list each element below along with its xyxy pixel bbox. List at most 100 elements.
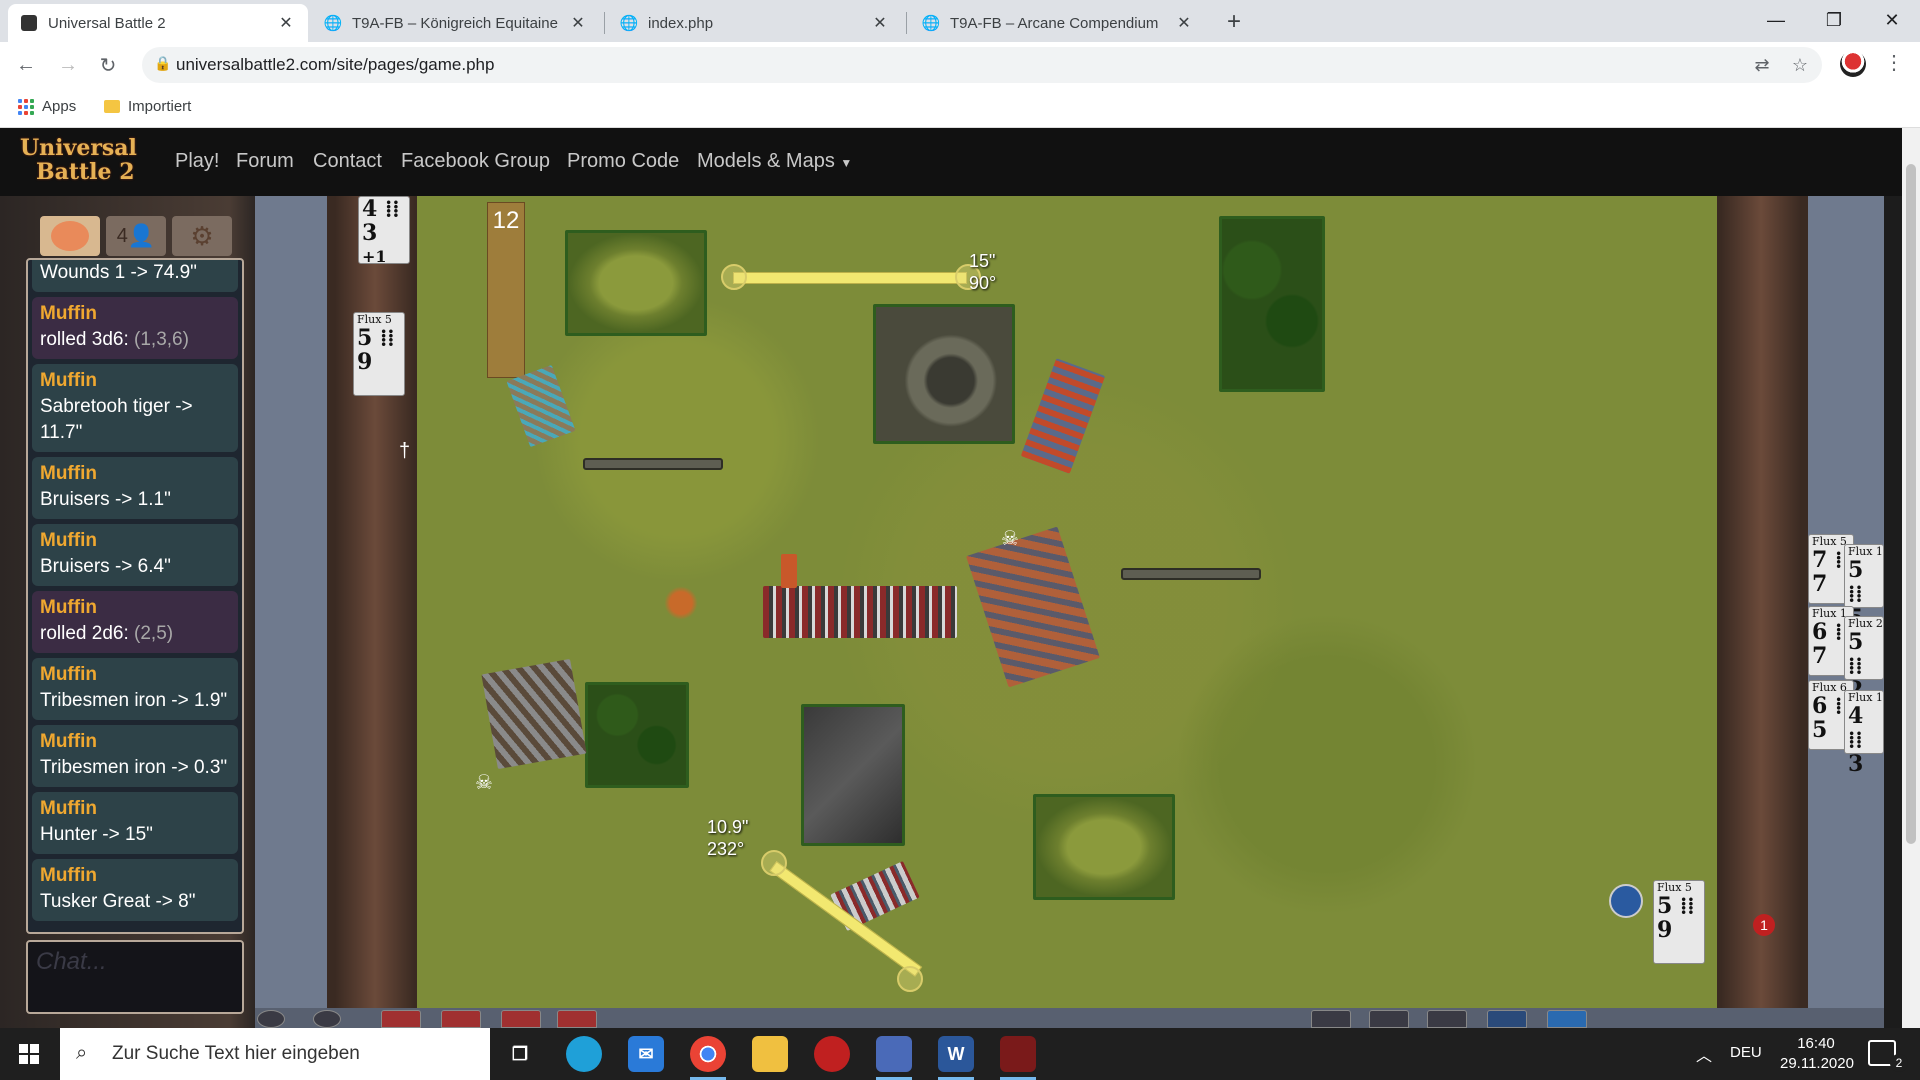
unit-stat-card[interactable]: Flux 5 5 ⁞⁞ 9	[353, 312, 405, 396]
ruler-handle[interactable]	[897, 966, 923, 992]
unit-block[interactable]	[1020, 358, 1106, 474]
toolbar-button[interactable]	[1487, 1010, 1527, 1028]
unit-stat-card[interactable]: Flux 2 5 ⁞⁞ 2	[1844, 616, 1884, 702]
nav-promo-code[interactable]: Promo Code	[567, 150, 679, 173]
app-icon[interactable]	[814, 1036, 850, 1072]
toolbar-button[interactable]	[1369, 1010, 1409, 1028]
hill-terrain[interactable]	[1033, 794, 1175, 900]
minimize-button[interactable]: —	[1748, 0, 1804, 40]
zoom-out-icon[interactable]	[313, 1010, 341, 1028]
word-icon[interactable]: W	[938, 1036, 974, 1080]
chat-tab[interactable]	[40, 216, 100, 256]
bookmark-star-icon[interactable]: ☆	[1786, 51, 1814, 79]
nav-facebook-group[interactable]: Facebook Group	[401, 150, 550, 173]
tab-index[interactable]: 🌐 index.php ✕	[608, 4, 902, 42]
taskbar-clock[interactable]: 16:40 29.11.2020	[1780, 1034, 1854, 1074]
tab-label: Universal Battle 2	[48, 14, 166, 32]
unit-block[interactable]	[506, 364, 576, 448]
measuring-ruler[interactable]	[733, 272, 967, 284]
address-bar[interactable]: 🔒 universalbattle2.com/site/pages/game.p…	[142, 47, 1822, 83]
players-tab[interactable]: 4 👤	[106, 216, 166, 256]
reserves-panel: Flux 5 7 ⁞⁞ 7 Flux 1 5 ⁞⁞ 5 Flux 1 6 ⁞⁞ …	[1808, 196, 1884, 1008]
close-tab-icon[interactable]: ✕	[1174, 13, 1194, 33]
close-tab-icon[interactable]: ✕	[276, 13, 296, 33]
close-tab-icon[interactable]: ✕	[870, 13, 890, 33]
site-logo[interactable]: Universal Battle 2	[20, 136, 144, 188]
compass-icon[interactable]	[1609, 884, 1643, 918]
nav-models-maps[interactable]: Models & Maps ▼	[697, 150, 852, 173]
browser-menu-icon[interactable]: ⋮	[1884, 50, 1904, 75]
zoom-in-icon[interactable]	[257, 1010, 285, 1028]
dagger-icon[interactable]: †	[399, 440, 410, 463]
apps-grid-icon	[18, 98, 34, 115]
bookmark-importiert[interactable]: Importiert	[104, 98, 191, 115]
nav-contact[interactable]: Contact	[313, 150, 382, 173]
close-window-button[interactable]: ✕	[1864, 0, 1920, 40]
delete-tool-icon[interactable]	[381, 1010, 421, 1028]
tray-chevron-icon[interactable]: ︿	[1696, 1042, 1712, 1066]
chat-message: Wounds 1 -> 74.9"	[32, 260, 238, 292]
unit-block[interactable]	[781, 554, 797, 588]
unit-stat-card[interactable]: Flux 5 5 ⁞⁞ 9	[1653, 880, 1705, 964]
search-placeholder: Zur Suche Text hier eingeben	[112, 1043, 360, 1064]
task-view-icon[interactable]: ❐	[502, 1036, 538, 1072]
chrome-icon[interactable]	[690, 1036, 726, 1080]
toolbar-button[interactable]	[1311, 1010, 1351, 1028]
tab-universal-battle[interactable]: Universal Battle 2 ✕	[8, 4, 308, 42]
forward-arrow-icon[interactable]: →	[54, 51, 82, 79]
settings-tab[interactable]: ⚙	[172, 216, 232, 256]
card-stat: 3	[362, 220, 378, 246]
game-board[interactable]: 12 15" 90° 10.9" 232° ☠ ☠ † 1 4 ⁞⁞ 3 +1 …	[327, 196, 1808, 1008]
forest-terrain[interactable]	[1219, 216, 1325, 392]
forest-terrain[interactable]	[585, 682, 689, 788]
edge-icon[interactable]	[566, 1036, 602, 1072]
move-down-tool-icon[interactable]	[501, 1010, 541, 1028]
close-tab-icon[interactable]: ✕	[568, 13, 588, 33]
wall-terrain[interactable]	[1121, 568, 1261, 580]
back-arrow-icon[interactable]: ←	[12, 51, 40, 79]
nav-forum[interactable]: Forum	[236, 150, 294, 173]
ruin-terrain[interactable]	[873, 304, 1015, 444]
taskbar-search[interactable]: ⌕ Zur Suche Text hier eingeben	[60, 1028, 490, 1080]
unit-block[interactable]	[966, 526, 1100, 688]
chat-input[interactable]: Chat...	[26, 940, 244, 1014]
camera-app-icon[interactable]	[876, 1036, 912, 1080]
toolbar-button[interactable]	[1427, 1010, 1467, 1028]
building-terrain[interactable]	[801, 704, 905, 846]
translate-icon[interactable]: ⇄	[1748, 51, 1776, 79]
unit-stat-card[interactable]: 4 ⁞⁞ 3 +1	[358, 196, 410, 266]
ruler-handle[interactable]	[761, 850, 787, 876]
alert-badge[interactable]: 1	[1753, 914, 1775, 936]
tab-equitaine[interactable]: 🌐 T9A-FB – Königreich Equitaine ✕	[312, 4, 600, 42]
skull-icon[interactable]: ☠	[475, 770, 493, 795]
turn-marker[interactable]: 12	[487, 202, 525, 378]
new-tab-button[interactable]: +	[1220, 8, 1248, 36]
chat-log[interactable]: Wounds 1 -> 74.9" Muffin rolled 3d6: (1,…	[26, 258, 244, 934]
toolbar-button[interactable]	[1547, 1010, 1587, 1028]
unit-block[interactable]	[481, 658, 587, 770]
scrollbar-thumb[interactable]	[1906, 164, 1916, 844]
ruler-handle[interactable]	[721, 264, 747, 290]
unit-block[interactable]	[661, 584, 701, 622]
start-button[interactable]	[0, 1028, 58, 1080]
battlefield[interactable]: 12 15" 90° 10.9" 232° ☠ ☠ †	[399, 196, 1717, 1008]
hill-terrain[interactable]	[565, 230, 707, 336]
skull-icon[interactable]: ☠	[1001, 526, 1019, 551]
game-app-icon[interactable]	[1000, 1036, 1036, 1080]
profile-avatar[interactable]	[1840, 51, 1866, 77]
move-up-tool-icon[interactable]	[441, 1010, 481, 1028]
language-indicator[interactable]: DEU	[1730, 1044, 1762, 1061]
nav-play[interactable]: Play!	[175, 150, 219, 173]
dice-tool-icon[interactable]	[557, 1010, 597, 1028]
unit-stat-card[interactable]: Flux 1 4 ⁞⁞ 3	[1844, 690, 1884, 776]
tab-arcane-compendium[interactable]: 🌐 T9A-FB – Arcane Compendium ✕	[910, 4, 1206, 42]
page-scrollbar[interactable]	[1902, 128, 1920, 1028]
file-explorer-icon[interactable]	[752, 1036, 788, 1072]
mail-icon[interactable]: ✉	[628, 1036, 664, 1072]
restore-button[interactable]: ❐	[1806, 0, 1862, 40]
reload-icon[interactable]: ↻	[94, 51, 122, 79]
wall-terrain[interactable]	[583, 458, 723, 470]
bookmark-apps[interactable]: Apps	[18, 98, 76, 115]
unit-stat-card[interactable]: Flux 1 5 ⁞⁞ 5	[1844, 544, 1884, 630]
unit-block[interactable]	[763, 586, 957, 638]
